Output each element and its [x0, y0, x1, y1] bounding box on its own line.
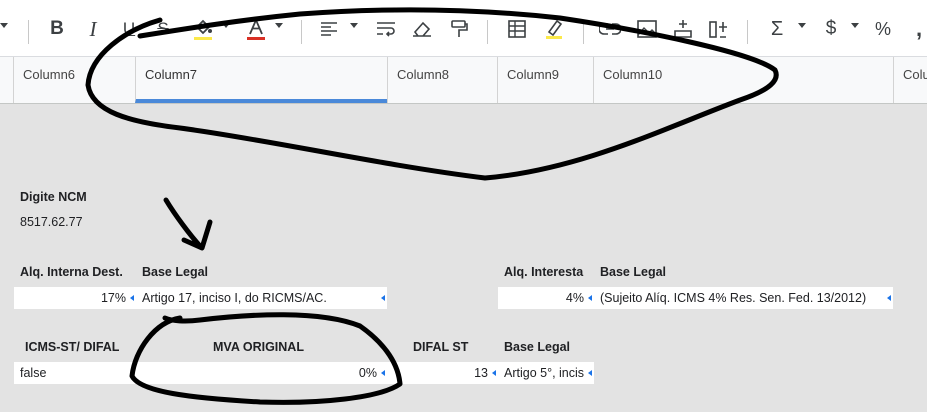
bold-icon[interactable]: B: [46, 17, 68, 41]
mva-original-value: 0%: [358, 366, 377, 380]
underline-icon[interactable]: U: [118, 17, 140, 41]
difal-st-label: DIFAL ST: [413, 340, 469, 354]
base-legal-2-label: Base Legal: [600, 265, 667, 279]
scribble-circle-mva: [129, 312, 403, 405]
column-header-9[interactable]: Column9: [497, 57, 593, 103]
formatting-toolbar: B I U S Σ $ % ,: [0, 0, 927, 57]
comma-style-icon[interactable]: ,: [912, 16, 926, 41]
column-header-7[interactable]: Column7: [135, 57, 387, 103]
base-legal-3-label: Base Legal: [504, 340, 571, 354]
aliq-interna-cell[interactable]: 17%: [14, 287, 136, 309]
currency-caret-icon[interactable]: [851, 23, 859, 28]
column-header-8[interactable]: Column8: [387, 57, 497, 103]
dropdown-indicator-icon[interactable]: [492, 370, 496, 376]
icms-st-difal-value: false: [20, 366, 47, 380]
difal-st-cell[interactable]: 13: [387, 362, 498, 384]
insert-row-icon[interactable]: [671, 17, 695, 41]
column-header-6[interactable]: Column6: [13, 57, 135, 103]
aliq-interesta-label: Alq. Interesta: [504, 265, 584, 279]
toolbar-divider: [747, 20, 748, 44]
ncm-value[interactable]: 8517.62.77: [20, 215, 83, 229]
aliq-interesta-value: 4%: [565, 291, 584, 305]
column-header-11[interactable]: Colu: [893, 57, 927, 103]
text-color-caret-icon[interactable]: [275, 23, 283, 28]
base-legal-label: Base Legal: [142, 265, 209, 279]
ncm-label: Digite NCM: [20, 190, 87, 204]
icms-st-difal-cell[interactable]: false: [14, 362, 136, 384]
dropdown-indicator-icon[interactable]: [588, 295, 592, 301]
dropdown-indicator-icon[interactable]: [130, 295, 134, 301]
insert-column-icon[interactable]: [706, 17, 730, 41]
text-color-icon[interactable]: [244, 17, 268, 41]
base-legal-3-cell[interactable]: Artigo 5°, incis: [498, 362, 594, 384]
base-legal-3-value: Artigo 5°, incis: [504, 366, 585, 380]
sum-icon[interactable]: Σ: [765, 17, 789, 41]
toolbar-divider: [583, 20, 584, 44]
dropdown-indicator-icon[interactable]: [381, 295, 385, 301]
link-icon[interactable]: [598, 17, 622, 41]
aliq-interna-value: 17%: [100, 291, 126, 305]
wrap-text-icon[interactable]: [374, 17, 398, 41]
percent-icon[interactable]: %: [872, 17, 894, 41]
base-legal-cell[interactable]: Artigo 17, inciso I, do RICMS/AC.: [136, 287, 387, 309]
aliq-interesta-cell[interactable]: 4%: [498, 287, 594, 309]
highlight-icon[interactable]: [542, 17, 566, 41]
align-caret-icon[interactable]: [350, 23, 358, 28]
toolbar-divider: [28, 20, 29, 44]
currency-icon[interactable]: $: [820, 17, 842, 41]
difal-st-value: 13: [474, 366, 488, 380]
strikethrough-icon[interactable]: S: [152, 17, 174, 41]
image-icon[interactable]: [635, 17, 659, 41]
base-legal-2-cell[interactable]: (Sujeito Alíq. ICMS 4% Res. Sen. Fed. 13…: [594, 287, 893, 309]
scribble-arrow: [163, 197, 213, 251]
fill-color-icon[interactable]: [190, 17, 216, 41]
dropdown-indicator-icon[interactable]: [381, 370, 385, 376]
sum-caret-icon[interactable]: [798, 23, 806, 28]
base-legal-2-value: (Sujeito Alíq. ICMS 4% Res. Sen. Fed. 13…: [600, 291, 867, 305]
base-legal-value: Artigo 17, inciso I, do RICMS/AC.: [142, 291, 327, 305]
dropdown-indicator-icon[interactable]: [588, 370, 592, 376]
column-header-bar: Column6 Column7 Column8 Column9 Column10…: [0, 57, 927, 104]
dropdown-indicator-icon[interactable]: [887, 295, 891, 301]
dropdown-caret-icon[interactable]: [0, 23, 8, 28]
paint-format-icon[interactable]: [448, 17, 470, 41]
mva-original-cell[interactable]: 0%: [136, 362, 387, 384]
icms-st-difal-label: ICMS-ST/ DIFAL: [25, 340, 120, 354]
aliq-interna-label: Alq. Interna Dest.: [20, 265, 123, 279]
column-header-10[interactable]: Column10: [593, 57, 893, 103]
eraser-icon[interactable]: [410, 17, 434, 41]
align-left-icon[interactable]: [318, 17, 340, 41]
toolbar-divider: [487, 20, 488, 44]
fill-color-caret-icon[interactable]: [222, 23, 230, 28]
mva-original-label: MVA ORIGINAL: [213, 340, 304, 354]
italic-icon[interactable]: I: [82, 17, 104, 41]
table-icon[interactable]: [505, 17, 529, 41]
toolbar-divider: [301, 20, 302, 44]
